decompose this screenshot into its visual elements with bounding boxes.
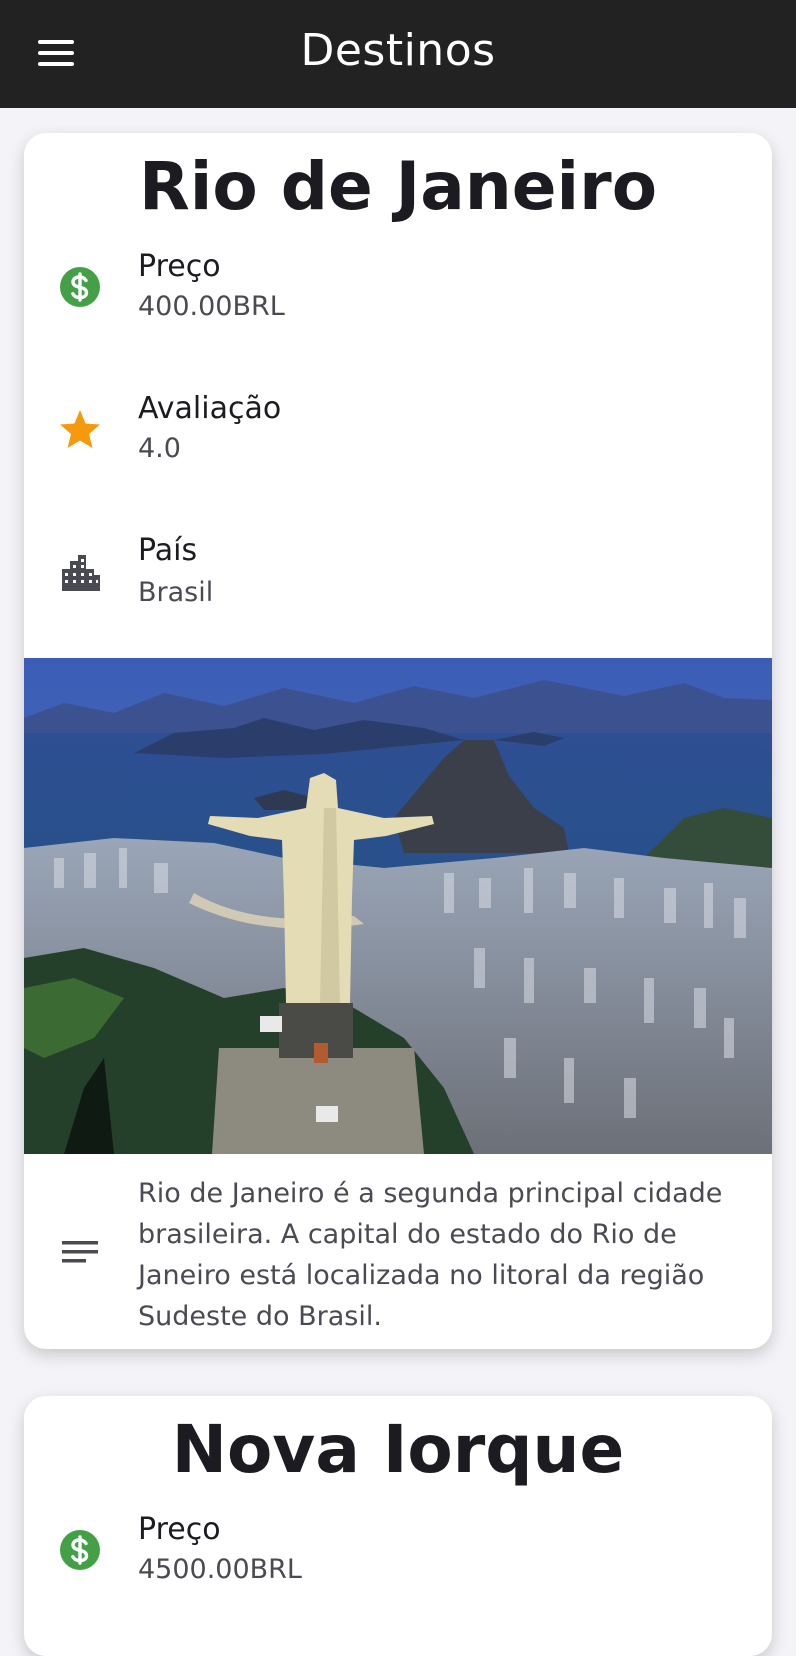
- rating-value: 4.0: [138, 433, 181, 464]
- star-icon: [60, 410, 100, 448]
- rating-row: Avaliação 4.0: [24, 377, 772, 487]
- price-label: Preço: [138, 249, 221, 284]
- destination-card-nova-iorque[interactable]: Nova Iorque Preço 4500.00BRL: [24, 1396, 772, 1656]
- description-icon: [62, 1241, 98, 1263]
- price-value: 400.00BRL: [138, 291, 285, 322]
- dollar-icon: [60, 267, 100, 307]
- destination-title: Rio de Janeiro: [138, 148, 658, 225]
- destination-card-rio[interactable]: Rio de Janeiro Preço 400.00BRL Avaliação…: [24, 133, 772, 1349]
- price-row: Preço 400.00BRL: [24, 233, 772, 343]
- rio-de-janeiro-photo: [24, 658, 772, 1154]
- app-bar: Destinos: [0, 0, 796, 108]
- page-title: Destinos: [300, 25, 496, 76]
- price-row: Preço 4500.00BRL: [24, 1496, 772, 1606]
- price-value: 4500.00BRL: [138, 1554, 302, 1585]
- destination-description: Rio de Janeiro é a segunda principal cid…: [138, 1178, 723, 1332]
- country-label: País: [138, 533, 198, 568]
- country-row: País Brasil: [24, 521, 772, 631]
- rating-label: Avaliação: [138, 391, 282, 426]
- city-icon: [62, 555, 100, 591]
- price-label: Preço: [138, 1512, 221, 1547]
- country-value: Brasil: [138, 577, 214, 608]
- destination-title: Nova Iorque: [171, 1411, 625, 1488]
- dollar-icon: [60, 1530, 100, 1570]
